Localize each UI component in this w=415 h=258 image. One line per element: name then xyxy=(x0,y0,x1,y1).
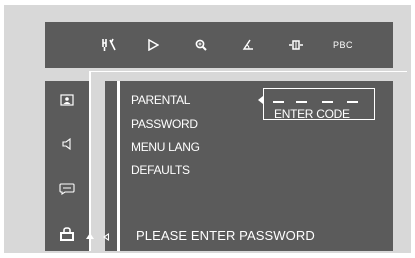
menu-item-password[interactable]: PASSWORD xyxy=(131,117,198,131)
setup-category-sidebar xyxy=(45,81,89,251)
pbc-label: PBC xyxy=(332,40,353,50)
angle-icon[interactable] xyxy=(237,22,259,68)
up-arrow-icon xyxy=(86,233,94,239)
menu-divider xyxy=(117,81,120,251)
lock-icon[interactable] xyxy=(45,227,89,241)
person-icon[interactable] xyxy=(45,94,89,106)
highlight-line-vertical xyxy=(89,71,91,251)
play-icon[interactable] xyxy=(142,22,164,68)
zoom-icon[interactable] xyxy=(190,22,212,68)
pbc-button[interactable]: PBC xyxy=(330,22,356,68)
menu-item-menu-lang[interactable]: MENU LANG xyxy=(131,140,200,154)
code-slot xyxy=(296,101,307,103)
code-slot xyxy=(347,101,358,103)
code-slot xyxy=(322,101,333,103)
status-message: PLEASE ENTER PASSWORD xyxy=(136,228,315,243)
highlight-line-horizontal xyxy=(89,71,407,72)
subtitle-icon[interactable] xyxy=(45,183,89,195)
left-arrow-inner xyxy=(105,235,108,239)
code-entry-box[interactable]: ENTER CODE xyxy=(263,88,375,121)
chapter-icon[interactable] xyxy=(285,22,307,68)
menu-item-parental[interactable]: PARENTAL xyxy=(131,93,190,107)
code-slot xyxy=(273,101,284,103)
code-entry-label: ENTER CODE xyxy=(274,107,350,121)
tuning-fork-wrench-icon[interactable] xyxy=(97,22,121,68)
top-toolbar: PBC xyxy=(45,22,393,68)
speaker-icon[interactable] xyxy=(45,138,89,150)
menu-item-defaults[interactable]: DEFAULTS xyxy=(131,163,190,177)
